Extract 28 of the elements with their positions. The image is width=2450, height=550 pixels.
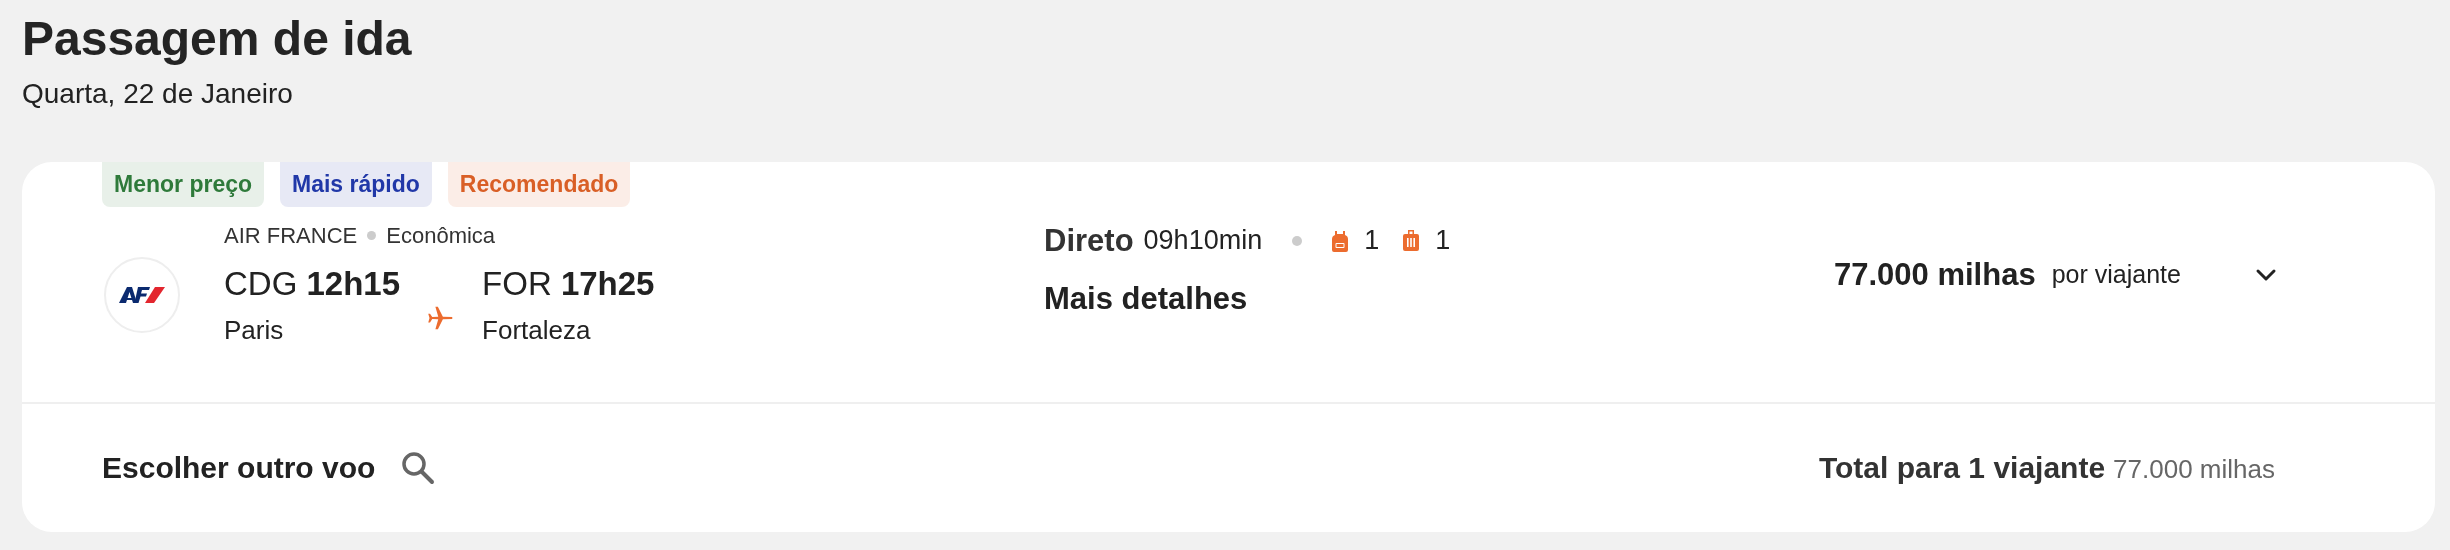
- tag: Mais rápido: [280, 161, 432, 207]
- arrival-time: FOR 17h25: [482, 264, 655, 303]
- departure-time: CDG 12h15: [224, 264, 401, 303]
- price-note: por viajante: [2051, 260, 2181, 290]
- details-link[interactable]: Mais detalhes: [1044, 280, 1248, 317]
- airline-name: AIR FRANCE: [224, 222, 358, 249]
- baggage-count: 1: [1435, 225, 1451, 257]
- baggage-count: 1: [1364, 225, 1380, 257]
- total-label: Total para 1 viajante: [1818, 450, 2106, 485]
- cabin-class: Econômica: [386, 222, 496, 249]
- separator-dot-icon: [1292, 235, 1303, 246]
- stops-label: Direto: [1044, 222, 1134, 259]
- separator-dot-icon: [367, 231, 377, 241]
- total-value: 77.000 milhas: [2113, 453, 2275, 485]
- suitcase-icon: [1403, 229, 1420, 252]
- search-icon[interactable]: [401, 450, 436, 485]
- chevron-icon: [2254, 267, 2277, 282]
- page-title: Passagem de ida: [22, 11, 413, 67]
- departure-city: Paris: [224, 314, 285, 346]
- arrival-city: Fortaleza: [482, 314, 592, 346]
- backpack-icon: [1332, 229, 1349, 252]
- travel-date: Quarta, 22 de Janeiro: [22, 77, 294, 110]
- flight-duration: 09h10min: [1143, 225, 1263, 257]
- price: 77.000 milhas: [1834, 256, 2036, 293]
- airline-logo-icon: [104, 256, 180, 333]
- choose-other-flight-button[interactable]: Escolher outro voo: [102, 450, 376, 485]
- tag: Menor preço: [102, 161, 265, 207]
- tag: Recomendado: [447, 161, 631, 207]
